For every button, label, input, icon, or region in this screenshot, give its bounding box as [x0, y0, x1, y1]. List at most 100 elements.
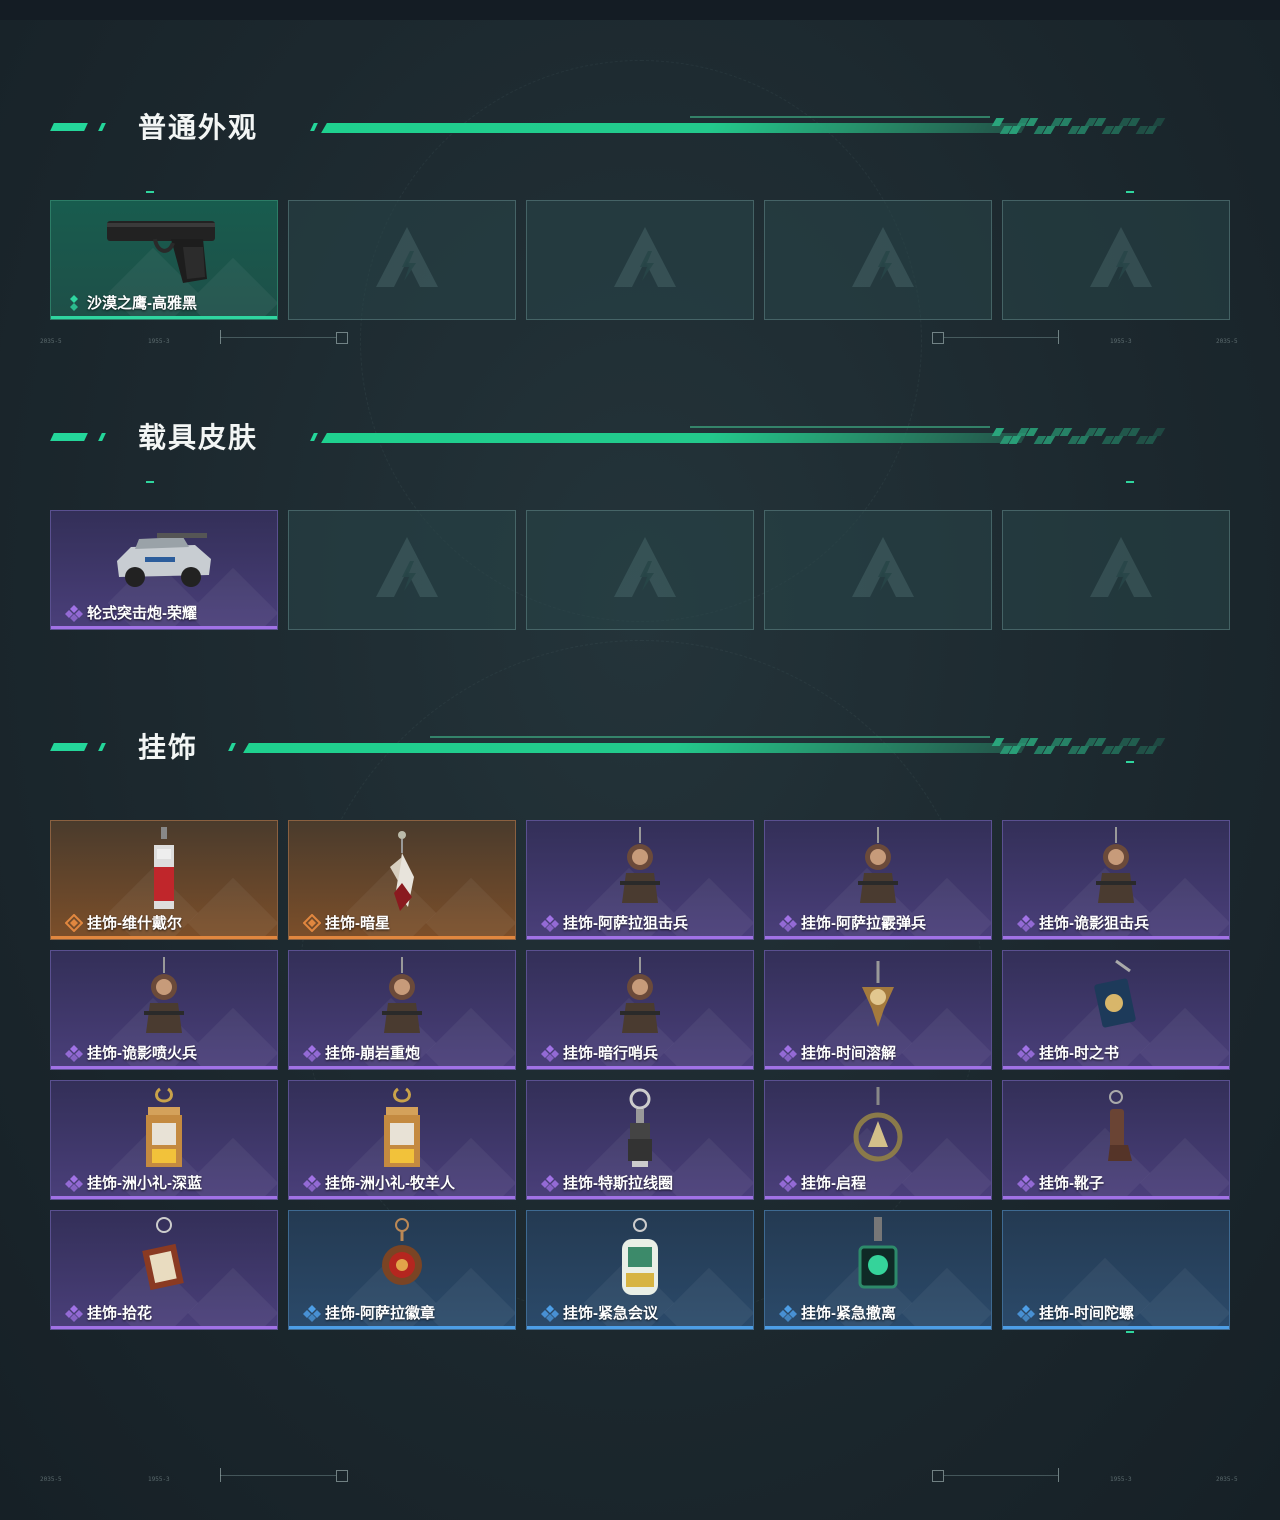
corner-tick — [1126, 761, 1134, 763]
rarity-purple-icon — [65, 1044, 83, 1062]
header-stripe — [98, 743, 106, 751]
item-label: 挂饰-拾花 — [65, 1302, 152, 1323]
charm-figure-icon — [372, 957, 432, 1052]
empty-slot[interactable] — [288, 510, 516, 630]
section-title: 普通外观 — [138, 112, 259, 143]
empty-slot[interactable] — [526, 200, 754, 320]
card-decoration — [663, 1007, 753, 1069]
charm-ring-icon — [848, 1087, 908, 1182]
item-card[interactable]: 挂饰-阿萨拉狙击兵 — [526, 820, 754, 940]
empty-slot[interactable] — [1002, 200, 1230, 320]
item-card[interactable]: 轮式突击炮-荣耀 — [50, 510, 278, 630]
rarity-orange-icon — [64, 913, 84, 932]
item-card[interactable]: 挂饰-暗星 — [288, 820, 516, 940]
rarity-bar — [289, 1066, 515, 1069]
empty-slot[interactable] — [288, 200, 516, 320]
item-card[interactable]: 挂饰-紧急会议 — [526, 1210, 754, 1330]
rarity-bar — [289, 1326, 515, 1329]
ruler-label: 2035-5 — [40, 1476, 62, 1483]
empty-slot[interactable] — [1002, 510, 1230, 630]
item-label: 挂饰-崩岩重炮 — [303, 1042, 420, 1063]
card-decoration — [901, 1007, 991, 1069]
item-label: 挂饰-诡影狙击兵 — [1017, 912, 1149, 933]
rarity-purple-icon — [1017, 1174, 1035, 1192]
item-card[interactable]: 挂饰-阿萨拉霰弹兵 — [764, 820, 992, 940]
item-card[interactable]: 挂饰-维什戴尔 — [50, 820, 278, 940]
card-decoration — [901, 1267, 991, 1329]
item-card[interactable]: 挂饰-崩岩重炮 — [288, 950, 516, 1070]
header-stripe — [50, 433, 88, 441]
item-card[interactable]: 挂饰-靴子 — [1002, 1080, 1230, 1200]
item-label: 挂饰-阿萨拉狙击兵 — [541, 912, 688, 933]
item-card[interactable]: 挂饰-时之书 — [1002, 950, 1230, 1070]
item-card[interactable]: 挂饰-阿萨拉徽章 — [288, 1210, 516, 1330]
item-card[interactable]: 挂饰-时间陀螺 — [1002, 1210, 1230, 1330]
rarity-purple-icon — [779, 1044, 797, 1062]
item-card[interactable]: 挂饰-洲小礼-牧羊人 — [288, 1080, 516, 1200]
item-name: 挂饰-暗星 — [325, 915, 390, 932]
header-stripe — [228, 743, 236, 751]
placeholder-logo-icon — [610, 223, 680, 293]
placeholder-logo-icon — [1086, 533, 1156, 603]
item-label: 挂饰-暗星 — [302, 912, 390, 933]
item-label: 沙漠之鹰-高雅黑 — [65, 292, 197, 313]
item-name: 挂饰-靴子 — [1039, 1175, 1104, 1192]
rarity-bar — [527, 1066, 753, 1069]
ruler-label: 2035-5 — [40, 338, 62, 345]
section-header: 载具皮肤 — [50, 420, 1210, 456]
charm-figure-icon — [1086, 827, 1146, 922]
item-label: 挂饰-阿萨拉霰弹兵 — [779, 912, 926, 933]
item-card[interactable]: 挂饰-诡影喷火兵 — [50, 950, 278, 1070]
placeholder-logo-icon — [848, 533, 918, 603]
item-card[interactable]: 挂饰-洲小礼-深蓝 — [50, 1080, 278, 1200]
charm-feather-icon — [372, 827, 432, 922]
ruler-mark — [1058, 330, 1059, 344]
vehicle-icon — [109, 517, 219, 602]
item-card[interactable]: 挂饰-暗行哨兵 — [526, 950, 754, 1070]
rarity-bar — [1003, 1196, 1229, 1199]
header-stripe — [50, 123, 88, 131]
rarity-purple-icon — [65, 604, 83, 622]
item-card[interactable]: 挂饰-时间溶解 — [764, 950, 992, 1070]
charm-boot-icon — [1086, 1087, 1146, 1182]
item-card[interactable]: 挂饰-诡影狙击兵 — [1002, 820, 1230, 940]
rarity-purple-icon — [1017, 914, 1035, 932]
item-label: 挂饰-诡影喷火兵 — [65, 1042, 197, 1063]
ruler-square — [932, 332, 944, 344]
item-card[interactable]: 挂饰-启程 — [764, 1080, 992, 1200]
ruler-square — [336, 332, 348, 344]
section-title: 挂饰 — [138, 732, 199, 763]
corner-tick — [146, 191, 154, 193]
empty-slot[interactable] — [526, 510, 754, 630]
item-card[interactable]: 挂饰-拾花 — [50, 1210, 278, 1330]
rarity-blue-icon — [1017, 1304, 1035, 1322]
item-label: 挂饰-时间陀螺 — [1017, 1302, 1134, 1323]
ruler-line — [220, 1475, 336, 1476]
card-decoration — [187, 1007, 277, 1069]
empty-slot[interactable] — [764, 200, 992, 320]
card-decoration — [663, 1137, 753, 1199]
item-name: 挂饰-阿萨拉狙击兵 — [563, 915, 688, 932]
item-card[interactable]: 沙漠之鹰-高雅黑 — [50, 200, 278, 320]
item-label: 挂饰-暗行哨兵 — [541, 1042, 658, 1063]
rarity-blue-icon — [303, 1304, 321, 1322]
item-name: 沙漠之鹰-高雅黑 — [87, 295, 197, 312]
ruler-label: 1955-3 — [148, 1476, 170, 1483]
empty-slot[interactable] — [764, 510, 992, 630]
ruler-line — [944, 1475, 1058, 1476]
charm-sticker-icon — [610, 1217, 670, 1312]
top-bar — [0, 0, 1280, 20]
item-card[interactable]: 挂饰-紧急撤离 — [764, 1210, 992, 1330]
item-label: 挂饰-紧急会议 — [541, 1302, 658, 1323]
ruler-label: 1955-3 — [148, 338, 170, 345]
item-label: 挂饰-维什戴尔 — [64, 912, 182, 933]
rarity-purple-icon — [1017, 1044, 1035, 1062]
header-line — [321, 123, 1027, 133]
rarity-bar — [51, 1066, 277, 1069]
section-header: 普通外观 — [50, 110, 1210, 146]
item-name: 挂饰-阿萨拉霰弹兵 — [801, 915, 926, 932]
ruler-label: 1955-3 — [1110, 338, 1132, 345]
item-card[interactable]: 挂饰-特斯拉线圈 — [526, 1080, 754, 1200]
section-grid: 挂饰-维什戴尔 挂饰-暗星 挂饰-阿萨拉狙击兵 挂饰-阿萨拉霰弹兵 挂饰-诡影狙击兵 挂饰… — [50, 820, 1230, 1330]
rarity-bar — [1003, 1326, 1229, 1329]
